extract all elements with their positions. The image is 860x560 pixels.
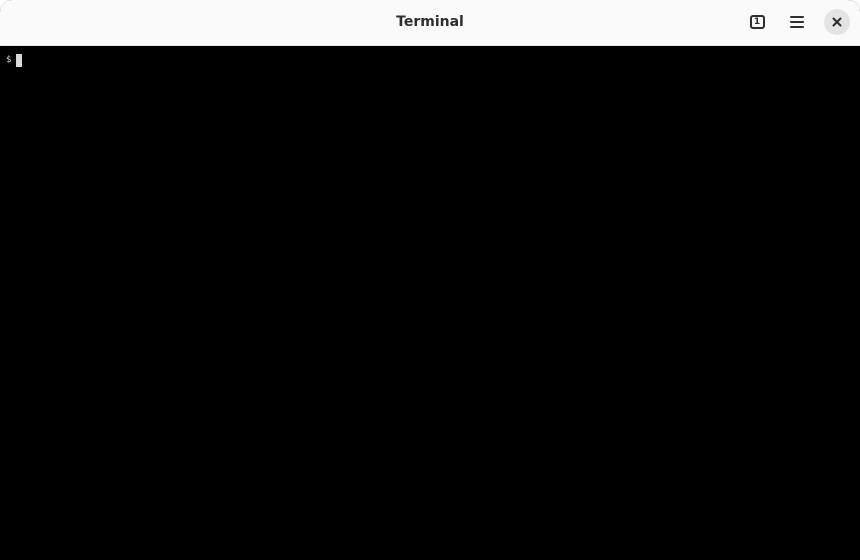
shell-prompt: $: [6, 55, 12, 65]
window-title: Terminal: [396, 14, 464, 30]
close-icon: [832, 17, 842, 27]
tab-count: 1: [753, 16, 761, 27]
hamburger-menu-icon: [790, 16, 804, 28]
close-button[interactable]: [824, 9, 850, 35]
text-cursor: [16, 53, 23, 67]
terminal-window: Terminal 1 $: [0, 0, 860, 560]
tab-overview-button[interactable]: 1: [744, 9, 770, 35]
tab-overview-icon: 1: [749, 15, 765, 29]
header-bar: Terminal 1: [0, 0, 860, 46]
terminal-output-area[interactable]: $: [0, 46, 860, 560]
command-line: $: [6, 53, 23, 67]
main-menu-button[interactable]: [784, 9, 810, 35]
